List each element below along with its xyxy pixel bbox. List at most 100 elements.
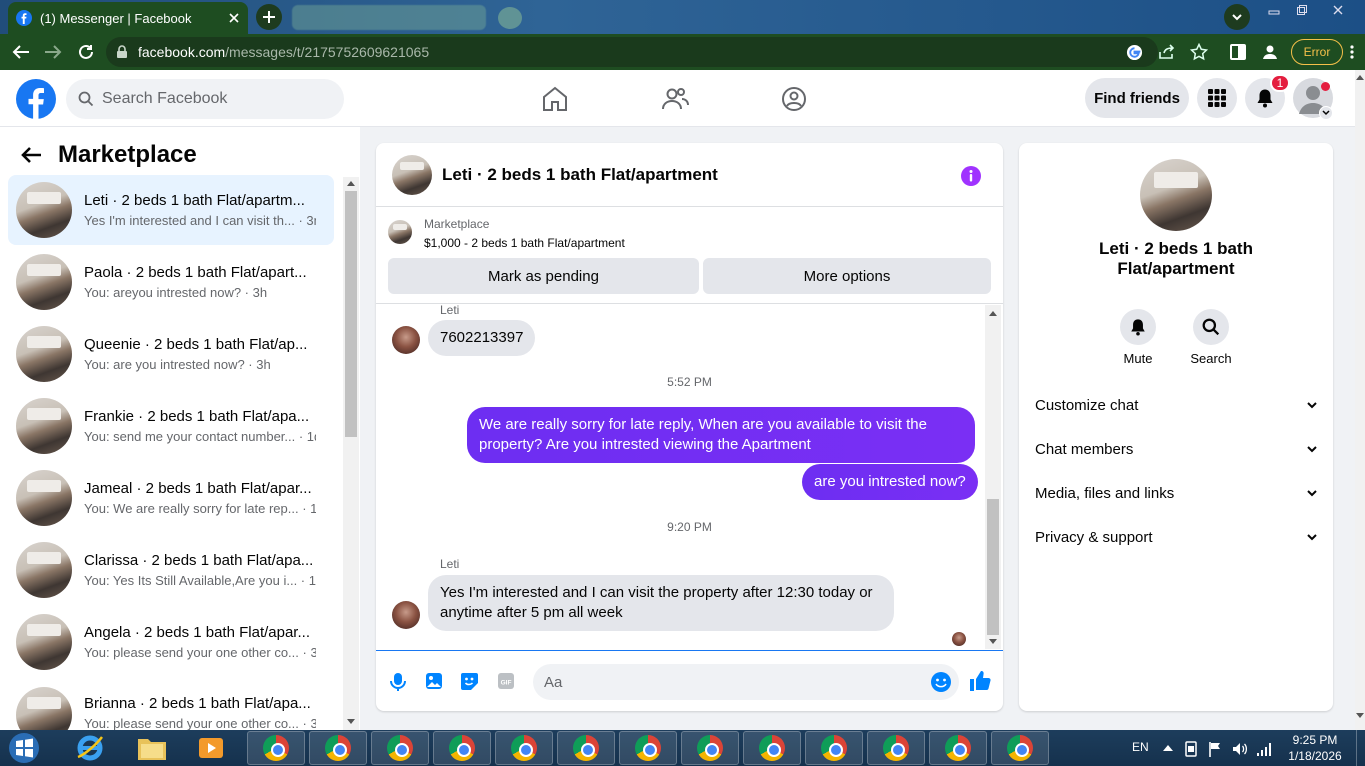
- network-signal-icon[interactable]: [1256, 741, 1272, 757]
- scroll-up-arrow-icon[interactable]: [347, 180, 355, 186]
- taskbar-chrome-window[interactable]: [309, 731, 367, 765]
- taskbar-chrome-window[interactable]: [681, 731, 739, 765]
- chat-title[interactable]: Leti · 2 beds 1 bath Flat/apartment: [442, 165, 718, 185]
- scroll-down-arrow-icon[interactable]: [347, 719, 355, 725]
- taskbar-chrome-window[interactable]: [495, 731, 553, 765]
- scroll-up-arrow-icon[interactable]: [989, 310, 997, 316]
- customize-chat-row[interactable]: Customize chat: [1035, 385, 1317, 425]
- chat-members-row[interactable]: Chat members: [1035, 429, 1317, 469]
- back-arrow-icon[interactable]: [12, 44, 30, 60]
- gif-icon[interactable]: GIF: [497, 672, 515, 690]
- avatar: [16, 254, 72, 310]
- volume-icon[interactable]: [1232, 741, 1248, 757]
- info-icon[interactable]: [960, 165, 982, 187]
- privacy-support-row[interactable]: Privacy & support: [1035, 517, 1317, 557]
- taskbar-chrome-window[interactable]: [805, 731, 863, 765]
- new-tab-button[interactable]: [256, 4, 282, 30]
- browser-tab-background[interactable]: [292, 5, 486, 30]
- scroll-down-arrow-icon[interactable]: [989, 639, 997, 645]
- close-tab-icon[interactable]: [228, 12, 240, 24]
- taskbar-chrome-window[interactable]: [619, 731, 677, 765]
- mute-button[interactable]: Mute: [1108, 309, 1168, 366]
- chat-avatar[interactable]: [392, 154, 432, 195]
- page-scrollbar[interactable]: [1355, 70, 1365, 730]
- device-icon[interactable]: [1184, 741, 1198, 757]
- scrollbar-thumb[interactable]: [345, 191, 357, 437]
- kebab-menu-icon[interactable]: [1349, 44, 1355, 60]
- close-window-button[interactable]: [1326, 2, 1350, 18]
- message-input[interactable]: Aa: [533, 664, 959, 700]
- taskbar-chrome-window[interactable]: [247, 731, 305, 765]
- conversation-item[interactable]: Queenie · 2 beds 1 bath Flat/ap... You: a…: [8, 319, 334, 389]
- details-avatar[interactable]: [1140, 159, 1212, 231]
- start-button[interactable]: [4, 731, 44, 765]
- emoji-icon[interactable]: [930, 671, 952, 693]
- find-friends-button[interactable]: Find friends: [1085, 78, 1189, 118]
- taskbar-file-explorer[interactable]: [126, 731, 178, 765]
- message-scrollbar[interactable]: [985, 305, 1001, 649]
- mark-as-pending-button[interactable]: Mark as pending: [388, 258, 699, 294]
- address-bar[interactable]: facebook.com/messages/t/2175752609621065: [106, 37, 1158, 67]
- thumbs-up-icon[interactable]: [969, 670, 991, 692]
- minimize-button[interactable]: [1262, 2, 1286, 18]
- taskbar-media-player[interactable]: [188, 731, 234, 765]
- media-files-links-row[interactable]: Media, files and links: [1035, 473, 1317, 513]
- scroll-up-arrow-icon[interactable]: [1356, 74, 1364, 80]
- back-arrow-icon[interactable]: [20, 146, 42, 164]
- taskbar-chrome-window[interactable]: [743, 731, 801, 765]
- taskbar-chrome-window[interactable]: [371, 731, 429, 765]
- friends-icon[interactable]: [660, 84, 690, 114]
- tab-search-button[interactable]: [1224, 4, 1250, 30]
- message-bubble-outgoing[interactable]: We are really sorry for late reply, When…: [467, 407, 975, 463]
- message-bubble-incoming[interactable]: 7602213397: [428, 320, 536, 356]
- search-facebook-input[interactable]: Search Facebook: [66, 79, 344, 119]
- conversation-item[interactable]: Jameal · 2 beds 1 bath Flat/apar... You: …: [8, 463, 334, 533]
- action-center-flag-icon[interactable]: [1208, 741, 1222, 757]
- scroll-down-arrow-icon[interactable]: [1356, 713, 1364, 719]
- conversation-item[interactable]: Paola · 2 beds 1 bath Flat/apart... You: …: [8, 247, 334, 317]
- conversation-item[interactable]: Brianna · 2 beds 1 bath Flat/apa... You: …: [8, 679, 334, 730]
- scrollbar-thumb[interactable]: [987, 499, 999, 635]
- taskbar-chrome-window[interactable]: [557, 731, 615, 765]
- home-icon[interactable]: [540, 84, 570, 114]
- share-icon[interactable]: [1158, 44, 1176, 60]
- conversation-item[interactable]: Angela · 2 beds 1 bath Flat/apar... You: …: [8, 607, 334, 677]
- message-bubble-incoming[interactable]: Yes I'm interested and I can visit the p…: [428, 575, 894, 631]
- groups-icon[interactable]: [779, 84, 809, 114]
- menu-button[interactable]: [1197, 78, 1237, 118]
- side-panel-icon[interactable]: [1230, 44, 1246, 60]
- account-menu-chevron[interactable]: [1319, 106, 1333, 120]
- taskbar-chrome-window[interactable]: [867, 731, 925, 765]
- facebook-logo-icon[interactable]: [16, 79, 56, 119]
- forward-arrow-icon[interactable]: [44, 44, 62, 60]
- browser-error-badge[interactable]: Error: [1291, 39, 1343, 65]
- taskbar-chrome-window[interactable]: [433, 731, 491, 765]
- message-bubble-outgoing[interactable]: are you intrested now?: [802, 464, 978, 500]
- microphone-icon[interactable]: [390, 672, 406, 692]
- taskbar-internet-explorer[interactable]: [64, 731, 116, 765]
- profile-icon[interactable]: [1262, 44, 1278, 60]
- google-icon[interactable]: [1126, 44, 1143, 61]
- sender-avatar[interactable]: [392, 601, 420, 629]
- reload-icon[interactable]: [77, 43, 95, 61]
- system-clock[interactable]: 9:25 PM 1/18/2026: [1286, 732, 1344, 764]
- bookmark-star-icon[interactable]: [1190, 43, 1208, 61]
- show-desktop-button[interactable]: [1356, 730, 1365, 766]
- conversation-item[interactable]: Leti · 2 beds 1 bath Flat/apartm... Yes I…: [8, 175, 334, 245]
- image-attach-icon[interactable]: [425, 672, 443, 690]
- listing-thumbnail[interactable]: [388, 220, 412, 244]
- taskbar-chrome-window[interactable]: [929, 731, 987, 765]
- language-indicator[interactable]: EN: [1132, 740, 1149, 754]
- show-hidden-icons-icon[interactable]: [1163, 744, 1173, 751]
- browser-tab-messenger[interactable]: (1) Messenger | Facebook: [8, 2, 248, 34]
- more-options-button[interactable]: More options: [703, 258, 991, 294]
- conversation-item[interactable]: Clarissa · 2 beds 1 bath Flat/apa... You:…: [8, 535, 334, 605]
- conversation-list-scrollbar[interactable]: [343, 177, 359, 730]
- avatar: [16, 398, 72, 454]
- taskbar-chrome-window[interactable]: [991, 731, 1049, 765]
- search-in-conversation-button[interactable]: Search: [1181, 309, 1241, 366]
- conversation-item[interactable]: Frankie · 2 beds 1 bath Flat/apa... You: …: [8, 391, 334, 461]
- restore-button[interactable]: [1290, 2, 1314, 18]
- sender-avatar[interactable]: [392, 326, 420, 354]
- sticker-icon[interactable]: [460, 672, 479, 691]
